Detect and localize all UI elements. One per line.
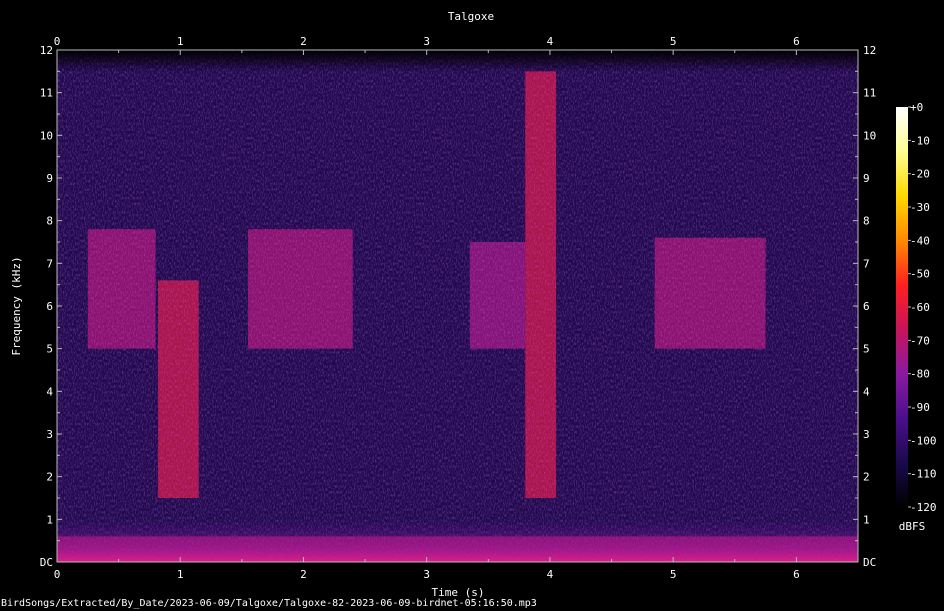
colorbar-scale (896, 107, 908, 507)
y-tick-label-right: 5 (863, 343, 870, 356)
x-tick-label: 1 (177, 35, 184, 48)
colorbar-tick-label: -30 (910, 201, 930, 214)
x-tick-label: 4 (547, 568, 554, 581)
colorbar: +0 -10 -20 -30 -40 -50 -60 -70 -80 -90 -100 -110 -12… (896, 101, 937, 533)
colorbar-tick-label: -100 (910, 434, 937, 447)
x-tick-label: 2 (300, 35, 307, 48)
y-axis-label: Frequency (kHz) (10, 256, 23, 355)
y-tick-label: 2 (46, 471, 53, 484)
top-silence-band (57, 50, 858, 72)
x-tick-label: 5 (670, 568, 677, 581)
x-tick-label: 1 (177, 568, 184, 581)
spectrogram-chart: Talgoxe 00112233445566DC DC1 12 23 34 45 56 67 7… (10, 10, 937, 599)
y-tick-label: 12 (40, 44, 53, 57)
colorbar-label: dBFS (899, 520, 926, 533)
y-tick-label-right: 12 (863, 44, 876, 57)
y-tick-label-right: 8 (863, 215, 870, 228)
y-tick-label: 8 (46, 215, 53, 228)
colorbar-ticks: +0 -10 -20 -30 -40 -50 -60 -70 -80 -90 -100 -110 -12… (908, 101, 937, 514)
y-tick-label: 3 (46, 428, 53, 441)
y-tick-label: 1 (46, 513, 53, 526)
x-tick-label: 3 (423, 568, 430, 581)
colorbar-tick-label: -80 (910, 368, 930, 381)
y-tick-label-right: 2 (863, 471, 870, 484)
x-tick-label: 0 (54, 568, 61, 581)
x-tick-label: 5 (670, 35, 677, 48)
colorbar-tick-label: -60 (910, 301, 930, 314)
y-tick-label: 6 (46, 300, 53, 313)
y-tick-label: 10 (40, 129, 53, 142)
y-tick-label: 5 (46, 343, 53, 356)
colorbar-tick-label: -10 (910, 134, 930, 147)
colorbar-tick-label: -90 (910, 401, 930, 414)
chart-title: Talgoxe (448, 10, 494, 23)
x-tick-label: 4 (547, 35, 554, 48)
dc-energy-band (57, 520, 858, 562)
y-tick-label: 11 (40, 87, 53, 100)
y-tick-label: 4 (46, 385, 53, 398)
y-tick-label: DC (40, 556, 53, 569)
colorbar-tick-label: -70 (910, 334, 930, 347)
x-tick-label: 3 (423, 35, 430, 48)
y-tick-label: 7 (46, 257, 53, 270)
y-tick-label: 9 (46, 172, 53, 185)
y-tick-label-right: 10 (863, 129, 876, 142)
x-tick-label: 0 (54, 35, 61, 48)
colorbar-tick-label: -40 (910, 234, 930, 247)
source-file-path: BirdSongs/Extracted/By_Date/2023-06-09/T… (1, 598, 537, 609)
y-tick-label-right: 11 (863, 87, 876, 100)
colorbar-tick-label: +0 (910, 101, 923, 114)
y-tick-label-right: 1 (863, 513, 870, 526)
y-tick-label-right: 3 (863, 428, 870, 441)
y-tick-label-right: 7 (863, 257, 870, 270)
y-tick-label-right: 9 (863, 172, 870, 185)
x-tick-label: 6 (793, 35, 800, 48)
x-tick-label: 6 (793, 568, 800, 581)
y-tick-label-right: 6 (863, 300, 870, 313)
noise-texture (57, 50, 858, 562)
x-tick-label: 2 (300, 568, 307, 581)
colorbar-tick-label: -120 (910, 501, 937, 514)
y-tick-label-right: 4 (863, 385, 870, 398)
colorbar-tick-label: -20 (910, 168, 930, 181)
colorbar-tick-label: -110 (910, 468, 937, 481)
colorbar-tick-label: -50 (910, 268, 930, 281)
plot-area (57, 50, 858, 562)
y-tick-label-right: DC (863, 556, 876, 569)
